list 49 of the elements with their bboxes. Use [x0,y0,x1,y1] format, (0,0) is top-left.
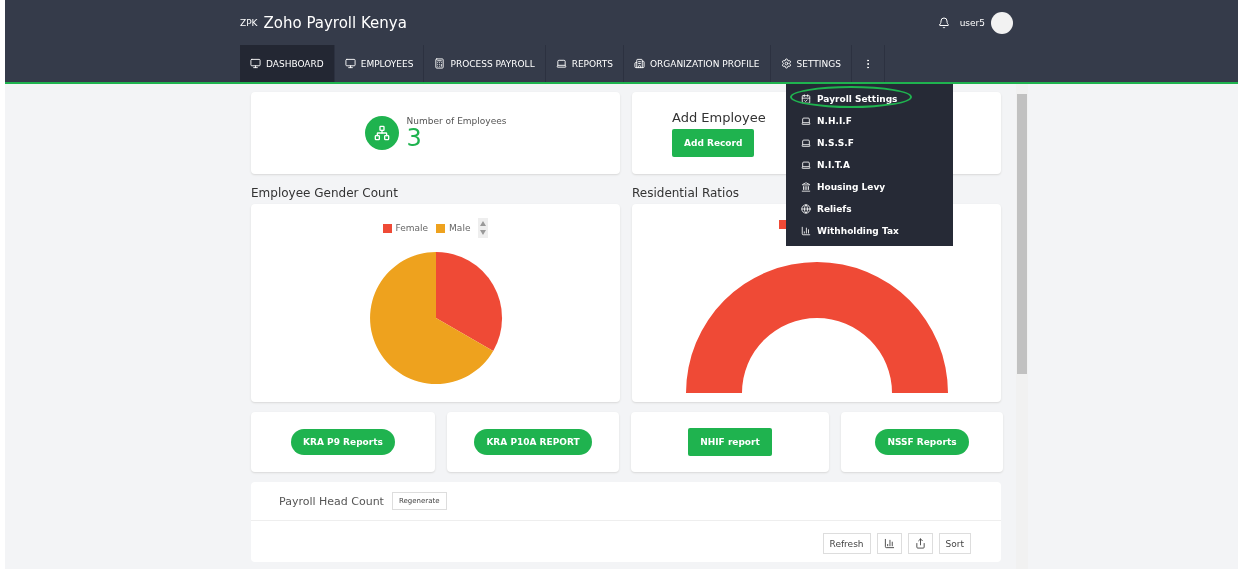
refresh-button[interactable]: Refresh [822,533,871,554]
user-avatar[interactable] [991,11,1013,34]
share-icon [914,538,926,549]
menu-item[interactable]: N.S.S.F [786,132,953,154]
legend-pager-icon[interactable] [478,218,489,238]
calendar-icon [801,94,811,104]
nav-tab[interactable]: SETTINGS [770,45,852,82]
app-title: Zoho Payroll Kenya [263,13,407,32]
monitor-icon [250,58,261,69]
laptop-icon [555,58,567,69]
legend-swatch-icon [779,220,788,229]
sort-button[interactable]: Sort [938,533,971,554]
laptop-icon [801,138,811,148]
nav-tab[interactable]: PROCESS PAYROLL [424,45,546,82]
menu-item[interactable]: Withholding Tax [786,220,953,242]
section-title: Employee Gender Count [251,186,398,200]
globe-icon [801,204,811,214]
bar-chart-icon [883,538,895,549]
user-name[interactable]: user5 [959,17,985,28]
legend-item[interactable]: Female [382,223,429,233]
menu-item[interactable]: N.H.I.F [786,110,953,132]
scrollbar[interactable] [1016,84,1028,569]
employees-badge-icon [364,116,399,150]
laptop-icon [801,116,811,126]
legend-item[interactable]: Male [436,223,471,233]
count-value: 3 [406,126,423,150]
export-button[interactable] [907,533,933,554]
section-title: Residential Ratios [632,186,739,200]
logo-mark: ZPK [240,17,258,28]
chart-icon [801,226,811,236]
calculator-icon [434,58,446,69]
menu-item[interactable]: Reliefs [786,198,953,220]
nav-tab[interactable]: EMPLOYEES [334,45,425,82]
laptop-icon [801,160,811,170]
menu-item[interactable]: Housing Levy [786,176,953,198]
settings-icon [780,58,792,69]
chart-toggle-button[interactable] [876,533,902,554]
nav-tab[interactable]: ORGANIZATION PROFILE [623,45,771,82]
monitor-icon [344,58,356,69]
panel-title: Payroll Head Count [279,494,384,508]
bank-icon [801,182,811,192]
count-label: Number of Employees [406,116,507,126]
nav-tab[interactable]: REPORTS [545,45,624,82]
menu-item[interactable]: N.I.T.A [786,154,953,176]
card-title: Add Employee [672,109,766,125]
nav-tab[interactable]: DASHBOARD [240,45,335,82]
building-icon [633,58,645,69]
menu-item[interactable]: Payroll Settings [786,88,953,110]
notification-bell-icon[interactable] [937,16,950,29]
